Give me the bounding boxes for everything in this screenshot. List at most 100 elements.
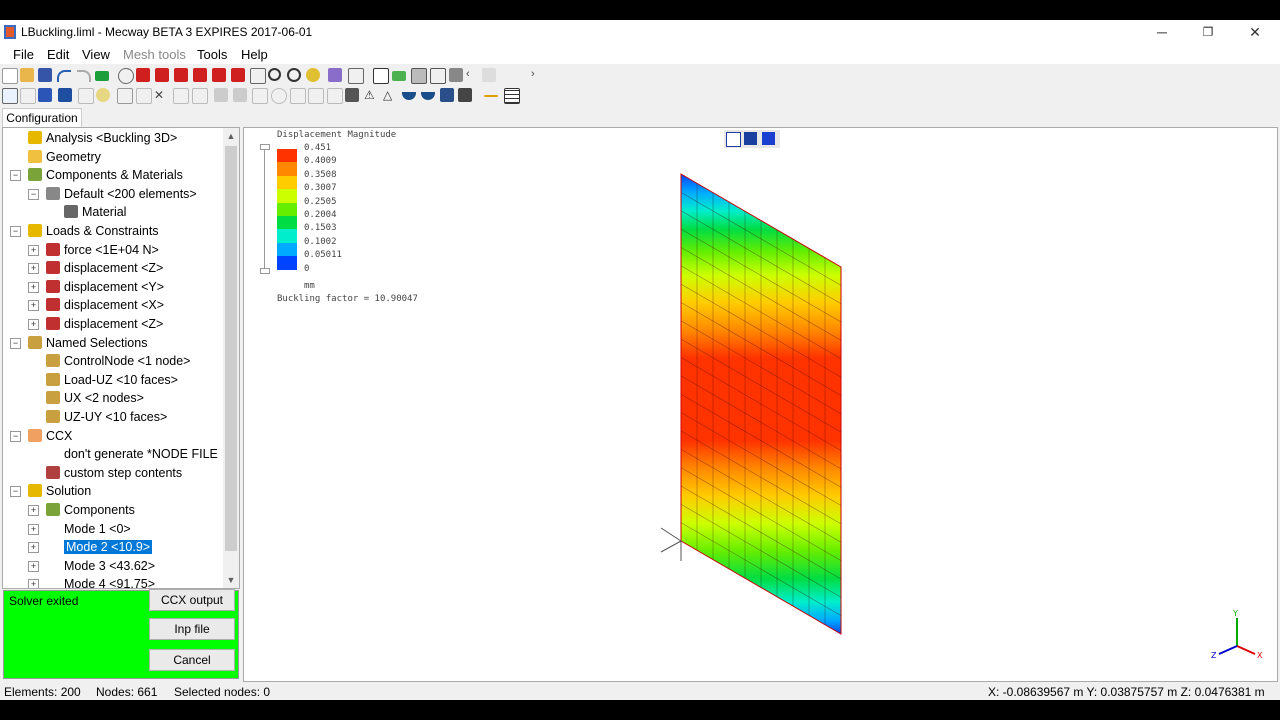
view-right-icon[interactable]: [193, 68, 207, 82]
collapse-icon[interactable]: −: [10, 170, 21, 182]
scrollbar-thumb[interactable]: [225, 146, 237, 551]
delete-icon[interactable]: ✕: [154, 88, 168, 102]
expand-icon[interactable]: +: [28, 523, 39, 535]
menu-help[interactable]: Help: [241, 47, 268, 62]
tab-configuration[interactable]: Configuration: [2, 108, 82, 127]
tree-scrollbar[interactable]: ▲ ▼: [223, 128, 239, 588]
align-icon[interactable]: [484, 95, 498, 97]
refine-icon[interactable]: [252, 88, 268, 104]
triangle-outline-icon[interactable]: △: [383, 88, 397, 102]
open-folder-icon[interactable]: [20, 68, 34, 82]
bowl-icon[interactable]: [402, 92, 416, 100]
chevron-left-icon[interactable]: ‹: [466, 68, 480, 82]
tree-item[interactable]: + Mode 1 <0>: [28, 520, 131, 538]
expand-icon[interactable]: +: [28, 542, 39, 554]
tree-item[interactable]: + displacement <Y>: [28, 278, 164, 296]
view-left-icon[interactable]: [174, 68, 188, 82]
view-top-icon[interactable]: [212, 68, 226, 82]
menu-mesh-tools[interactable]: Mesh tools: [123, 47, 186, 62]
tree-item[interactable]: − Loads & Constraints: [10, 222, 159, 240]
sweep-icon[interactable]: [271, 88, 287, 104]
undo-icon[interactable]: [57, 70, 71, 82]
menu-view[interactable]: View: [82, 47, 110, 62]
collapse-icon[interactable]: −: [10, 486, 21, 498]
expand-icon[interactable]: +: [28, 319, 39, 330]
mesh-icon[interactable]: [449, 68, 463, 82]
minimize-button[interactable]: ─: [1139, 20, 1185, 44]
tree-item[interactable]: + displacement <Z>: [28, 315, 163, 333]
cancel-button[interactable]: Cancel: [149, 649, 235, 671]
menu-tools[interactable]: Tools: [197, 47, 227, 62]
light-icon[interactable]: [306, 68, 320, 82]
view-front-icon[interactable]: [136, 68, 150, 82]
ccx-output-button[interactable]: CCX output: [149, 589, 235, 611]
wireframe-icon[interactable]: [373, 68, 389, 84]
expand-icon[interactable]: +: [28, 244, 39, 256]
chevron-up-icon[interactable]: ▲: [223, 128, 239, 144]
tree-item[interactable]: Load-UZ <10 faces>: [46, 371, 178, 389]
collapse-icon[interactable]: −: [10, 337, 21, 349]
menu-file[interactable]: File: [13, 47, 34, 62]
surface-icon[interactable]: [392, 71, 406, 81]
tree-item[interactable]: Analysis <Buckling 3D>: [28, 129, 177, 147]
tree-item[interactable]: − CCX: [10, 427, 72, 445]
film-icon[interactable]: [458, 88, 472, 102]
tree-item[interactable]: + Mode 2 <10.9>: [28, 538, 153, 556]
zoom-icon[interactable]: [268, 68, 281, 81]
bowl2-icon[interactable]: [421, 92, 435, 100]
buckling-contour-plot[interactable]: Y X Z: [244, 128, 1277, 681]
view-back-icon[interactable]: [155, 68, 169, 82]
revolve-icon[interactable]: [233, 88, 247, 102]
view-iso-icon[interactable]: [118, 68, 134, 84]
scatter-icon[interactable]: [327, 88, 343, 104]
expand-icon[interactable]: +: [28, 579, 39, 588]
expand-icon[interactable]: +: [28, 300, 39, 312]
edges-icon[interactable]: [430, 68, 446, 84]
box-icon[interactable]: [117, 88, 133, 104]
expand-icon[interactable]: +: [28, 281, 39, 293]
maximize-button[interactable]: ❐: [1185, 20, 1231, 44]
tree-item[interactable]: − Components & Materials: [10, 166, 183, 184]
tree-item[interactable]: + force <1E+04 N>: [28, 241, 159, 259]
select-element-icon[interactable]: [58, 88, 72, 102]
move-icon[interactable]: [78, 88, 94, 104]
collapse-icon[interactable]: −: [10, 430, 21, 442]
tree-item[interactable]: Material: [64, 203, 126, 221]
tree-item[interactable]: − Default <200 elements>: [28, 185, 197, 203]
solve-icon[interactable]: [95, 71, 109, 81]
tree-item[interactable]: custom step contents: [46, 464, 182, 482]
transform2-icon[interactable]: [345, 88, 359, 102]
model-viewport[interactable]: Displacement Magnitude 0.451 0.4009 0.3508…: [243, 127, 1278, 682]
tree-item[interactable]: + Mode 3 <43.62>: [28, 557, 155, 575]
close-button[interactable]: ✕: [1232, 20, 1278, 44]
collapse-icon[interactable]: −: [28, 188, 39, 200]
tree-icon[interactable]: [308, 88, 324, 104]
tree-item[interactable]: UX <2 nodes>: [46, 389, 144, 407]
expand-icon[interactable]: +: [28, 263, 39, 275]
tree-item[interactable]: UZ-UY <10 faces>: [46, 408, 167, 426]
save-icon[interactable]: [38, 68, 52, 82]
new-file-icon[interactable]: [2, 68, 18, 84]
rotate-icon[interactable]: [287, 68, 301, 82]
select-face-icon[interactable]: [38, 88, 52, 102]
chevron-down-icon[interactable]: ▼: [223, 572, 239, 588]
tree-item[interactable]: − Solution: [10, 482, 91, 500]
tree-item[interactable]: + displacement <X>: [28, 296, 164, 314]
redo-icon[interactable]: [77, 70, 91, 82]
select-node-icon[interactable]: [20, 88, 36, 104]
triangle-icon[interactable]: ⚠: [364, 88, 378, 102]
split-icon[interactable]: [173, 88, 189, 104]
collapse-icon[interactable]: −: [10, 226, 21, 237]
chevron-right-icon[interactable]: ›: [531, 68, 545, 82]
shaded-icon[interactable]: [411, 68, 427, 84]
transform-icon[interactable]: [348, 68, 364, 84]
select-icon[interactable]: [2, 88, 18, 104]
menu-edit[interactable]: Edit: [47, 47, 69, 62]
bend-icon[interactable]: [290, 88, 306, 104]
tree-item[interactable]: don't generate *NODE FILE: [46, 445, 218, 463]
cursor-icon[interactable]: [96, 88, 110, 102]
table-icon[interactable]: [504, 88, 520, 104]
shell-icon[interactable]: [440, 88, 454, 102]
expand-icon[interactable]: +: [28, 505, 39, 516]
extrude-icon[interactable]: [214, 88, 228, 102]
